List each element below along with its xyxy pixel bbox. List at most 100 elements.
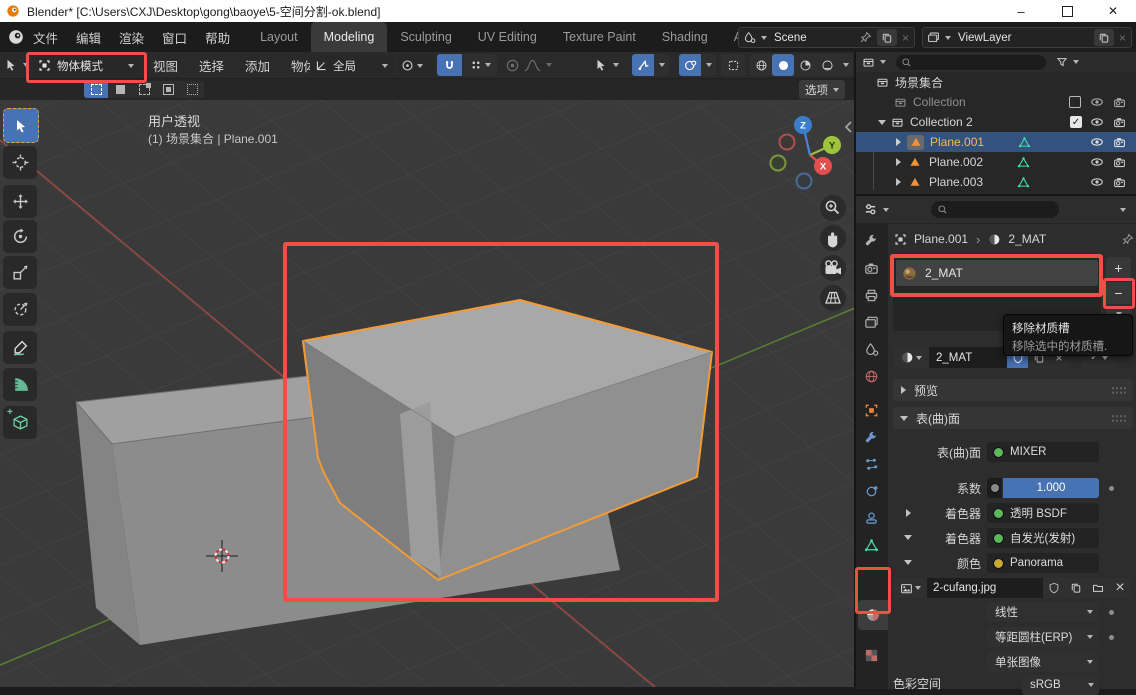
- show-gizmo-dropdown[interactable]: [594, 54, 619, 76]
- camera-icon[interactable]: [1113, 136, 1126, 149]
- select-mode-intersect-button[interactable]: [180, 81, 204, 98]
- region-collapse-arrow[interactable]: [846, 122, 851, 132]
- tool-cursor[interactable]: [3, 146, 37, 179]
- tab-texture-paint[interactable]: Texture Paint: [550, 22, 649, 52]
- shading-dropdown[interactable]: [838, 54, 853, 76]
- outliner-row-collection[interactable]: Collection: [856, 92, 1136, 112]
- factor-slider[interactable]: 1.000: [1003, 478, 1099, 498]
- tab-shading[interactable]: Shading: [649, 22, 721, 52]
- outliner-search-input[interactable]: [896, 55, 1046, 70]
- proportional-edit-group[interactable]: [505, 54, 552, 76]
- blender-app-icon[interactable]: [8, 29, 24, 45]
- decorator-dot[interactable]: [1109, 486, 1114, 491]
- outliner-row-plane-001[interactable]: Plane.001: [856, 132, 1136, 152]
- navigation-gizmo[interactable]: Z Y X: [771, 116, 842, 189]
- expander-icon[interactable]: [878, 120, 886, 125]
- material-slot-row[interactable]: 2_MAT: [896, 260, 1098, 286]
- eye-icon[interactable]: [1090, 175, 1104, 189]
- tab-scene[interactable]: [864, 342, 879, 357]
- camera-icon[interactable]: [1113, 96, 1126, 109]
- shading-rendered-button[interactable]: [816, 54, 838, 76]
- scene-selector[interactable]: Scene ×: [738, 27, 915, 48]
- tab-uv-editing[interactable]: UV Editing: [465, 22, 550, 52]
- zoom-button[interactable]: [820, 195, 846, 221]
- image-name-field[interactable]: 2-cufang.jpg: [927, 578, 1043, 598]
- eye-icon[interactable]: [1090, 155, 1104, 169]
- shader2-dropdown[interactable]: 自发光(发射): [987, 528, 1099, 548]
- material-name-field[interactable]: 2_MAT: [929, 347, 1007, 368]
- select-mode-set-button[interactable]: [84, 81, 108, 98]
- expander-icon[interactable]: [896, 158, 901, 166]
- decorator-dot[interactable]: [1109, 610, 1114, 615]
- breadcrumb-object[interactable]: Plane.001: [914, 232, 968, 246]
- expander-icon[interactable]: [896, 178, 901, 186]
- exclude-checkbox-checked[interactable]: ✓: [1070, 116, 1082, 128]
- shading-material-button[interactable]: [794, 54, 816, 76]
- outliner-row-scene-collection[interactable]: 场景集合: [856, 72, 1136, 92]
- expander-icon[interactable]: [896, 138, 901, 146]
- camera-view-button[interactable]: [820, 255, 846, 281]
- show-overlays-toggle[interactable]: [632, 54, 654, 76]
- tool-annotate[interactable]: [3, 331, 37, 364]
- window-close-button[interactable]: ✕: [1090, 0, 1136, 22]
- xray-sphere-dropdown[interactable]: [701, 54, 716, 76]
- tab-view-layer[interactable]: [864, 315, 879, 330]
- tool-select-box[interactable]: [3, 108, 39, 143]
- shader1-dropdown[interactable]: 透明 BSDF: [987, 503, 1099, 523]
- select-mode-extend-button[interactable]: [108, 81, 132, 98]
- tab-render[interactable]: [864, 261, 879, 276]
- browse-image-button[interactable]: [893, 578, 927, 598]
- menu-edit[interactable]: 编辑: [67, 22, 110, 52]
- panel-grip[interactable]: [1111, 414, 1127, 423]
- menu-render[interactable]: 渲染: [110, 22, 153, 52]
- tool-rotate[interactable]: [3, 220, 37, 253]
- expander-icon[interactable]: [904, 560, 912, 565]
- viewport-3d[interactable]: Z Y X 用户透视: [0, 100, 855, 687]
- camera-icon[interactable]: [1113, 116, 1126, 129]
- panel-grip[interactable]: [1111, 386, 1127, 395]
- xray-sphere-toggle[interactable]: [679, 54, 701, 76]
- menu-file[interactable]: 文件: [24, 22, 67, 52]
- interpolation-dropdown[interactable]: 线性: [987, 602, 1099, 622]
- shading-solid-button[interactable]: [772, 54, 794, 76]
- image-source-dropdown[interactable]: 单张图像: [987, 652, 1099, 672]
- editor-type-button[interactable]: [0, 55, 28, 75]
- tab-object[interactable]: [864, 403, 879, 418]
- viewlayer-copy-button[interactable]: [1094, 29, 1114, 46]
- tab-texture[interactable]: [864, 648, 879, 663]
- image-fake-user-button[interactable]: [1043, 578, 1065, 598]
- outliner-row-plane-002[interactable]: Plane.002: [856, 152, 1136, 172]
- tool-measure[interactable]: [3, 368, 37, 401]
- eye-icon[interactable]: [1090, 135, 1104, 149]
- viewlayer-selector[interactable]: ViewLayer ×: [922, 27, 1132, 48]
- colorspace-dropdown[interactable]: sRGB: [1022, 675, 1099, 695]
- outliner-row-collection-2[interactable]: Collection 2 ✓: [856, 112, 1136, 132]
- tab-layout[interactable]: Layout: [247, 22, 311, 52]
- tab-world[interactable]: [864, 369, 879, 384]
- breadcrumb-material[interactable]: 2_MAT: [1008, 232, 1046, 246]
- camera-icon[interactable]: [1113, 156, 1126, 169]
- options-dropdown[interactable]: 选项: [799, 80, 845, 99]
- select-mode-invert-button[interactable]: [156, 81, 180, 98]
- color-source-dropdown[interactable]: Panorama: [987, 553, 1099, 573]
- eye-icon[interactable]: [1090, 115, 1104, 129]
- viewlayer-remove-button[interactable]: ×: [1119, 31, 1126, 45]
- add-material-slot-button[interactable]: +: [1106, 257, 1131, 279]
- show-overlays-dropdown[interactable]: [654, 54, 669, 76]
- menu-help[interactable]: 帮助: [196, 22, 239, 52]
- tab-sculpting[interactable]: Sculpting: [387, 22, 464, 52]
- projection-dropdown[interactable]: 等距圆柱(ERP): [987, 627, 1099, 647]
- snap-settings-dropdown[interactable]: [463, 54, 497, 76]
- menu-window[interactable]: 窗口: [153, 22, 196, 52]
- outliner-display-mode-dropdown[interactable]: [862, 56, 886, 69]
- tool-transform[interactable]: [3, 293, 37, 326]
- scene-unlink-button[interactable]: ×: [902, 31, 909, 45]
- outliner-row-plane-003[interactable]: Plane.003: [856, 172, 1136, 192]
- pin-icon[interactable]: [1121, 233, 1134, 246]
- tool-scale[interactable]: [3, 256, 37, 289]
- mode-dropdown[interactable]: 物体模式: [33, 55, 140, 76]
- transform-orientation-dropdown[interactable]: 全局: [310, 55, 393, 76]
- camera-icon[interactable]: [1113, 176, 1126, 189]
- tab-modeling[interactable]: Modeling: [311, 22, 388, 52]
- image-copy-button[interactable]: [1065, 578, 1087, 598]
